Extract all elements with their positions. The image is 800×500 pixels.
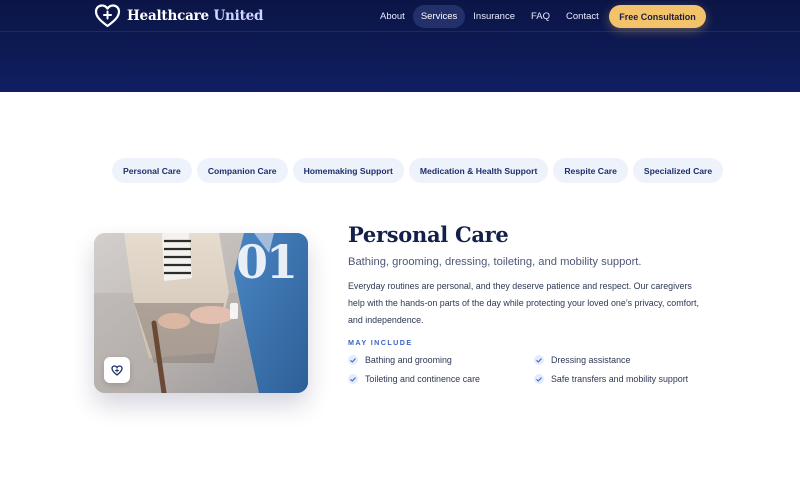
list-item: Bathing and grooming [348, 355, 534, 365]
list-item: Dressing assistance [534, 355, 714, 365]
tab-personal-care[interactable]: Personal Care [112, 158, 192, 183]
main-nav: About Services Insurance FAQ Contact [372, 5, 607, 28]
heart-plus-icon [94, 3, 121, 29]
service-details: Personal Care Bathing, grooming, dressin… [348, 222, 718, 384]
check-icon [534, 374, 544, 384]
list-item: Safe transfers and mobility support [534, 374, 714, 384]
service-image-card: 01 [94, 233, 308, 393]
nav-item-faq[interactable]: FAQ [523, 5, 558, 28]
nav-item-services[interactable]: Services [412, 5, 466, 28]
service-title: Personal Care [348, 222, 509, 247]
nav-item-contact[interactable]: Contact [558, 5, 607, 28]
feature-label: Toileting and continence care [365, 374, 480, 384]
tab-specialized-care[interactable]: Specialized Care [632, 158, 724, 183]
check-icon [348, 355, 358, 365]
heart-icon [104, 357, 130, 383]
service-tabs: Personal Care Companion Care Homemaking … [112, 158, 724, 183]
nav-item-about[interactable]: About [372, 5, 413, 28]
service-subtitle: Bathing, grooming, dressing, toileting, … [348, 256, 642, 268]
feature-label: Bathing and grooming [365, 355, 452, 365]
tab-companion-care[interactable]: Companion Care [196, 158, 288, 183]
feature-label: Safe transfers and mobility support [551, 374, 689, 384]
service-number: 01 [235, 235, 298, 289]
check-icon [348, 374, 358, 384]
tab-medication-health-support[interactable]: Medication & Health Support [408, 158, 549, 183]
brand-name: Healthcare United [127, 8, 264, 24]
feature-list: Bathing and grooming Dressing assistance… [348, 355, 718, 384]
check-icon [534, 355, 544, 365]
service-description: Everyday routines are personal, and they… [348, 281, 699, 325]
brand[interactable]: Healthcare United [94, 3, 263, 29]
tab-respite-care[interactable]: Respite Care [553, 158, 628, 183]
nav-item-insurance[interactable]: Insurance [465, 5, 523, 28]
list-item: Toileting and continence care [348, 374, 534, 384]
may-include-label: MAY INCLUDE [348, 338, 413, 347]
feature-label: Dressing assistance [551, 355, 631, 365]
tab-homemaking-support[interactable]: Homemaking Support [292, 158, 404, 183]
site-header: Healthcare United About Services Insuran… [0, 0, 800, 92]
free-consultation-button[interactable]: Free Consultation [609, 5, 706, 28]
